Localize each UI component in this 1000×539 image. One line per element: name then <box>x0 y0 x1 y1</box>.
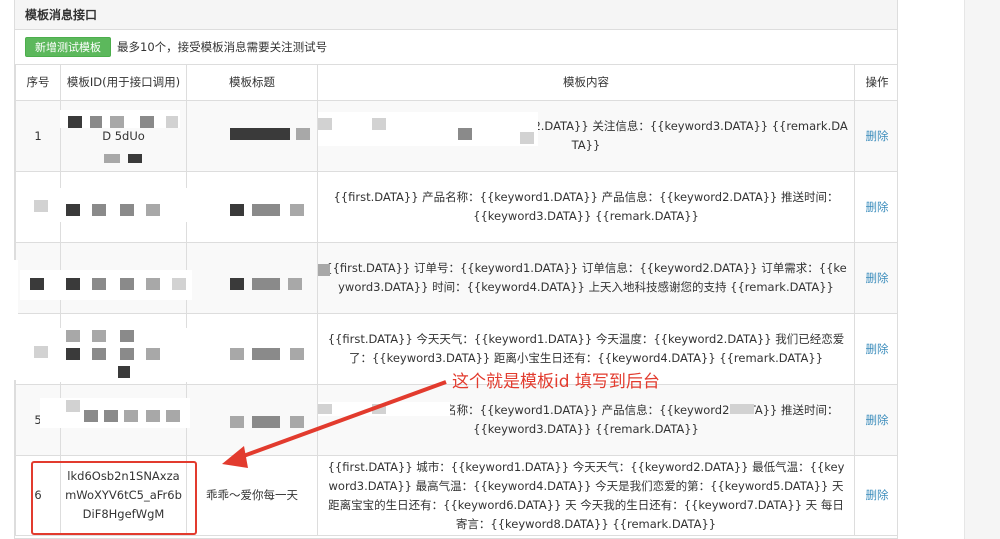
header-operation: 操作 <box>854 64 897 101</box>
delete-link[interactable]: 删除 <box>866 200 889 214</box>
delete-link[interactable]: 删除 <box>866 342 889 356</box>
table-header-row: 序号 模板ID(用于接口调用) 模板标题 模板内容 操作 <box>15 64 897 101</box>
right-gutter <box>964 0 1000 539</box>
add-test-template-button[interactable]: 新增测试模板 <box>25 37 111 57</box>
delete-link[interactable]: 删除 <box>866 271 889 285</box>
row-operation: 删除 <box>854 171 897 243</box>
header-index: 序号 <box>15 64 61 101</box>
row-template-title: 乖乖～爱你每一天 <box>186 455 318 536</box>
row-operation: 删除 <box>854 242 897 314</box>
delete-link[interactable]: 删除 <box>866 488 889 502</box>
annotation-label: 这个就是模板id 填写到后台 <box>452 372 660 392</box>
row-operation: 删除 <box>854 313 897 385</box>
row-index: 6 <box>15 455 61 536</box>
header-template-content: 模板内容 <box>317 64 855 101</box>
table-row: 6 lkd6Osb2n1SNAxzamWoXYV6tC5_aFr6bDiF8Hg… <box>15 455 897 536</box>
delete-link[interactable]: 删除 <box>866 413 889 427</box>
row-operation: 删除 <box>854 384 897 456</box>
row-template-content: {{first.DATA}} 城市：{{keyword1.DATA}} 今天天气… <box>317 455 855 536</box>
page-blank-area <box>898 0 964 539</box>
delete-link[interactable]: 删除 <box>866 129 889 143</box>
row-template-id: lkd6Osb2n1SNAxzamWoXYV6tC5_aFr6bDiF8Hgef… <box>60 455 187 536</box>
panel-title: 模板消息接口 <box>15 0 897 30</box>
row-template-content: {{first.DATA}} 订单号：{{keyword1.DATA}} 订单信… <box>317 242 855 314</box>
header-template-title: 模板标题 <box>186 64 318 101</box>
row-operation: 删除 <box>854 455 897 536</box>
row-operation: 删除 <box>854 100 897 172</box>
row-template-content: {{first.DATA}} 产品名称：{{keyword1.DATA}} 产品… <box>317 171 855 243</box>
toolbar: 新增测试模板 最多10个，接受模板消息需要关注测试号 <box>15 30 897 64</box>
header-template-id: 模板ID(用于接口调用) <box>60 64 187 101</box>
row-template-content: {{first.DATA}} 产品名称：{{keyword1.DATA}} 产品… <box>317 384 855 456</box>
toolbar-note: 最多10个，接受模板消息需要关注测试号 <box>117 40 328 54</box>
row-index: 1 <box>15 100 61 172</box>
